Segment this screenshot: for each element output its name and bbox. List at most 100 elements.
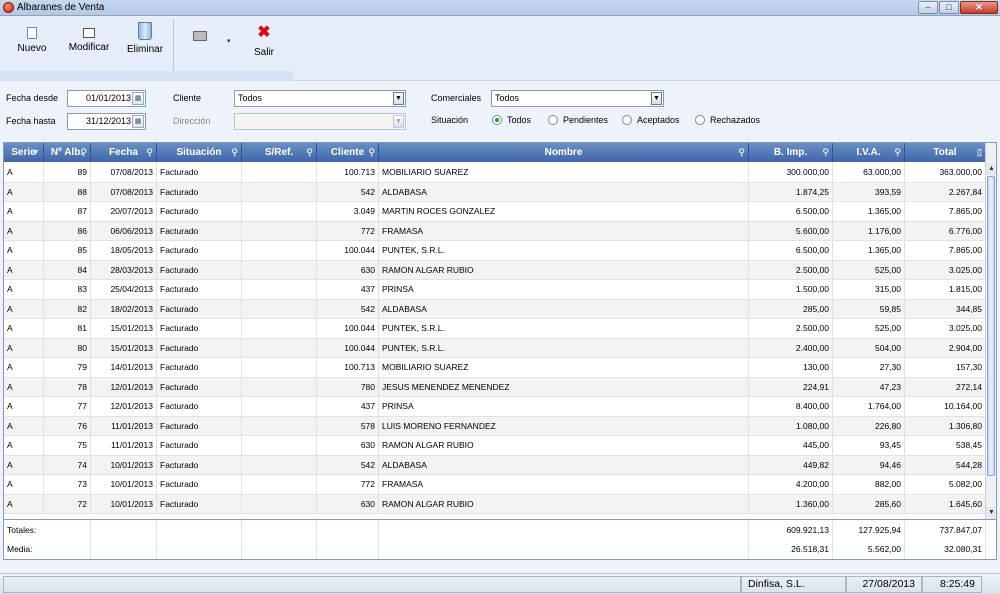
footer-cell-empty [157, 521, 242, 540]
search-icon[interactable]: ⚲ [894, 143, 901, 162]
footer-cell-empty [157, 540, 242, 559]
column-label: I.V.A. [856, 147, 881, 158]
nuevo-button[interactable]: Nuevo [10, 25, 54, 69]
media-label: Media: [4, 540, 91, 559]
cell-total: 5.082,00 [905, 475, 986, 494]
radio-aceptados[interactable] [622, 115, 632, 125]
radio-todos[interactable] [492, 115, 502, 125]
filter-funnel-icon[interactable]: ▼ [31, 143, 40, 162]
table-row[interactable]: A 82 18/02/2013 Facturado 542 ALDABASA 285,00 5… [4, 299, 986, 319]
eliminar-button[interactable]: Eliminar [120, 22, 170, 66]
cell-iva: 882,00 [833, 475, 905, 494]
table-row[interactable]: A 73 10/01/2013 Facturado 772 FRAMASA 4.200,00… [4, 475, 986, 495]
table-row[interactable]: A 76 11/01/2013 Facturado 578 LUIS MORENO FER… [4, 416, 986, 436]
cell-fecha: 18/02/2013 [91, 299, 157, 319]
cell-b-imp: 1.360,00 [749, 494, 833, 514]
window-title: Albaranes de Venta [17, 2, 105, 13]
table-row[interactable]: A 87 20/07/2013 Facturado 3.049 MARTIN ROCES … [4, 202, 986, 222]
maximize-button[interactable]: □ [939, 1, 959, 14]
calendar-icon[interactable]: ▦ [132, 92, 144, 105]
cell-fecha: 12/01/2013 [91, 377, 157, 397]
cell-iva: 1.176,00 [833, 221, 905, 241]
salir-button[interactable]: ✖ Salir [244, 25, 284, 69]
minimize-button[interactable]: – [918, 1, 938, 14]
search-icon[interactable]: ⚲ [368, 143, 375, 162]
fecha-hasta-field[interactable]: 31/12/2013 ▦ [67, 113, 146, 130]
toolbar: Nuevo Modificar Eliminar ▾ ✖ Salir [0, 17, 1000, 81]
scroll-up-icon[interactable]: ▲ [986, 163, 996, 175]
print-dropdown-icon[interactable]: ▾ [227, 37, 231, 45]
print-button[interactable] [190, 25, 210, 69]
radio-todos-label[interactable]: Todos [507, 115, 531, 125]
footer-cell-empty [242, 540, 317, 559]
search-icon[interactable]: ⚲ [146, 143, 153, 162]
table-row[interactable]: A 75 11/01/2013 Facturado 630 RAMON ALGAR RUB… [4, 436, 986, 456]
chevron-down-icon[interactable]: ▼ [651, 92, 662, 105]
column-header-nombre[interactable]: Nombre ⚲ [379, 143, 749, 162]
cell-fecha: 10/01/2013 [91, 494, 157, 514]
search-icon[interactable]: ⚲ [231, 143, 238, 162]
direccion-select[interactable]: ▼ [234, 113, 406, 130]
chevron-down-icon[interactable]: ▼ [393, 92, 404, 105]
comerciales-select[interactable]: Todos ▼ [491, 90, 664, 107]
cell-fecha: 11/01/2013 [91, 416, 157, 436]
scroll-thumb[interactable] [987, 176, 995, 476]
modificar-button[interactable]: Modificar [62, 25, 116, 69]
cell-situacion: Facturado [157, 182, 242, 202]
search-icon[interactable]: ⚲ [738, 143, 745, 162]
eliminar-label: Eliminar [126, 44, 164, 55]
column-header-serie[interactable]: Serie ▼ [4, 143, 44, 162]
table-row[interactable]: A 86 06/06/2013 Facturado 772 FRAMASA 5.600,00… [4, 221, 986, 241]
column-header-num-alb[interactable]: Nº Alb. ⚲ [44, 143, 91, 162]
search-icon[interactable]: ⚲ [80, 143, 87, 162]
table-row[interactable]: A 88 07/08/2013 Facturado 542 ALDABASA 1.874,2… [4, 182, 986, 202]
cell-situacion: Facturado [157, 455, 242, 475]
scroll-down-icon[interactable]: ▼ [986, 507, 996, 519]
search-icon[interactable]: ⚲ [822, 143, 829, 162]
albaranes-grid[interactable]: Serie ▼ Nº Alb. ⚲ Fecha ⚲ Situación ⚲ S/Ref.… [3, 142, 997, 520]
cell-cliente: 100.044 [317, 241, 379, 260]
table-row[interactable]: A 80 15/01/2013 Facturado 100.044 PUNTEK, S.R… [4, 338, 986, 358]
radio-aceptados-label[interactable]: Aceptados [637, 115, 680, 125]
radio-pendientes-label[interactable]: Pendientes [563, 115, 608, 125]
table-row[interactable]: A 89 07/08/2013 Facturado 100.713 MOBILIARIO … [4, 163, 986, 183]
column-label: B. Imp. [773, 147, 808, 158]
table-row[interactable]: A 72 10/01/2013 Facturado 630 RAMON ALGAR RUB… [4, 494, 986, 514]
vertical-scrollbar[interactable]: ▲ ▼ [985, 143, 996, 519]
radio-rechazados[interactable] [695, 115, 705, 125]
radio-rechazados-label[interactable]: Rechazados [710, 115, 760, 125]
table-row[interactable]: A 74 10/01/2013 Facturado 542 ALDABASA 449,82 9… [4, 455, 986, 475]
radio-pendientes[interactable] [548, 115, 558, 125]
table-row[interactable]: A 85 18/05/2013 Facturado 100.044 PUNTEK, S.R… [4, 241, 986, 261]
column-header-total[interactable]: Total ▯ [905, 143, 986, 162]
cell-fecha: 11/01/2013 [91, 436, 157, 455]
calendar-icon[interactable]: ▦ [132, 115, 144, 128]
table-row[interactable]: A 79 14/01/2013 Facturado 100.713 MOBILIARIO … [4, 358, 986, 378]
cliente-select[interactable]: Todos ▼ [234, 90, 406, 107]
column-header-iva[interactable]: I.V.A. ⚲ [833, 143, 905, 162]
cell-fecha: 07/08/2013 [91, 163, 157, 182]
totales-label: Totales: [4, 521, 91, 540]
column-header-fecha[interactable]: Fecha ⚲ [91, 143, 157, 162]
table-row[interactable]: A 77 12/01/2013 Facturado 437 PRINSA 8.400,00 1… [4, 397, 986, 417]
chevron-down-icon[interactable]: ▼ [393, 115, 404, 128]
table-row[interactable]: A 78 12/01/2013 Facturado 780 JESUS MENENDEZ … [4, 377, 986, 397]
search-icon[interactable]: ⚲ [306, 143, 313, 162]
close-button[interactable]: ✕ [960, 1, 998, 14]
cell-iva: 94,46 [833, 455, 905, 475]
column-header-cliente[interactable]: Cliente ⚲ [317, 143, 379, 162]
fecha-desde-field[interactable]: 01/01/2013 ▦ [67, 90, 146, 107]
cell-sref [242, 416, 317, 436]
table-row[interactable]: A 81 15/01/2013 Facturado 100.044 PUNTEK, S.R… [4, 319, 986, 339]
column-header-b-imp[interactable]: B. Imp. ⚲ [749, 143, 833, 162]
fecha-desde-label: Fecha desde [6, 93, 59, 103]
cell-cliente: 437 [317, 397, 379, 416]
column-header-situacion[interactable]: Situación ⚲ [157, 143, 242, 162]
table-row[interactable]: A 83 25/04/2013 Facturado 437 PRINSA 1.500,00 3… [4, 280, 986, 300]
cell-b-imp: 2.500,00 [749, 319, 833, 338]
cell-sref [242, 455, 317, 475]
column-header-sref[interactable]: S/Ref. ⚲ [242, 143, 317, 162]
column-chooser-icon[interactable]: ▯ [977, 143, 982, 162]
cell-total: 272,14 [905, 377, 986, 397]
table-row[interactable]: A 84 28/03/2013 Facturado 630 RAMON ALGAR RUB… [4, 260, 986, 280]
